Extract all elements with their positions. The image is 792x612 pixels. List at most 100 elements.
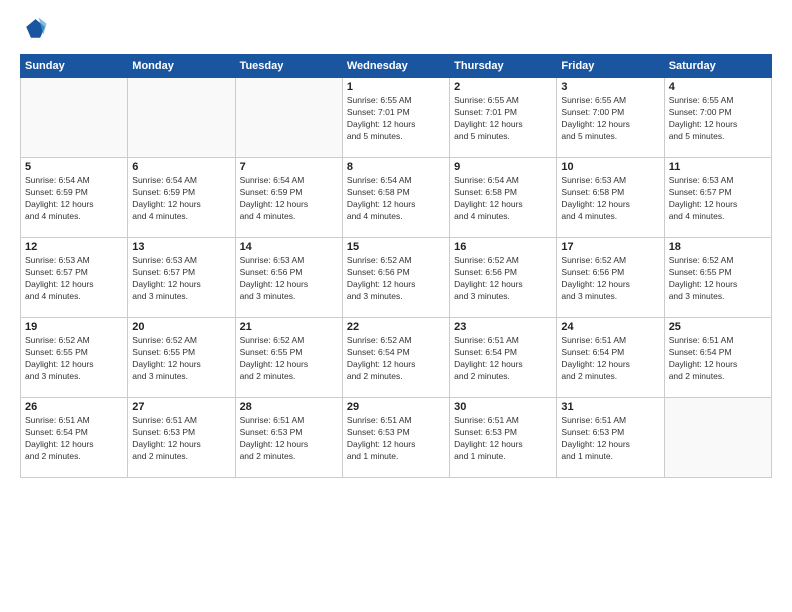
day-number: 10 [561, 161, 659, 173]
calendar-cell: 8 Sunrise: 6:54 AM Sunset: 6:58 PM Daylig… [342, 158, 449, 238]
weekday-header-saturday: Saturday [664, 55, 771, 78]
calendar-header: SundayMondayTuesdayWednesdayThursdayFrid… [21, 55, 772, 78]
calendar-cell: 28 Sunrise: 6:51 AM Sunset: 6:53 PM Dayli… [235, 398, 342, 478]
day-info: Sunrise: 6:55 AM Sunset: 7:00 PM Dayligh… [561, 95, 659, 143]
calendar-cell: 3 Sunrise: 6:55 AM Sunset: 7:00 PM Daylig… [557, 78, 664, 158]
day-number: 28 [240, 401, 338, 413]
calendar-cell: 20 Sunrise: 6:52 AM Sunset: 6:55 PM Dayli… [128, 318, 235, 398]
day-number: 27 [132, 401, 230, 413]
week-row-1: 1 Sunrise: 6:55 AM Sunset: 7:01 PM Daylig… [21, 78, 772, 158]
day-number: 23 [454, 321, 552, 333]
day-number: 13 [132, 241, 230, 253]
day-info: Sunrise: 6:52 AM Sunset: 6:55 PM Dayligh… [25, 335, 123, 383]
day-number: 21 [240, 321, 338, 333]
calendar-cell: 19Sunrise: 6:52 AM Sunset: 6:55 PM Dayli… [21, 318, 128, 398]
week-row-5: 26 Sunrise: 6:51 AM Sunset: 6:54 PM Dayli… [21, 398, 772, 478]
calendar-cell [235, 78, 342, 158]
week-row-2: 5 Sunrise: 6:54 AM Sunset: 6:59 PM Daylig… [21, 158, 772, 238]
calendar-cell: 9 Sunrise: 6:54 AM Sunset: 6:58 PM Daylig… [450, 158, 557, 238]
header [20, 16, 772, 44]
day-info: Sunrise: 6:52 AM Sunset: 6:54 PM Dayligh… [347, 335, 445, 383]
day-number: 16 [454, 241, 552, 253]
week-row-4: 19Sunrise: 6:52 AM Sunset: 6:55 PM Dayli… [21, 318, 772, 398]
weekday-header-monday: Monday [128, 55, 235, 78]
day-number: 6 [132, 161, 230, 173]
calendar-cell [664, 398, 771, 478]
calendar-cell: 18 Sunrise: 6:52 AM Sunset: 6:55 PM Dayli… [664, 238, 771, 318]
calendar-cell: 12 Sunrise: 6:53 AM Sunset: 6:57 PM Dayli… [21, 238, 128, 318]
day-number: 22 [347, 321, 445, 333]
calendar-cell: 21 Sunrise: 6:52 AM Sunset: 6:55 PM Dayli… [235, 318, 342, 398]
calendar-cell: 14 Sunrise: 6:53 AM Sunset: 6:56 PM Dayli… [235, 238, 342, 318]
day-number: 5 [25, 161, 123, 173]
day-info: Sunrise: 6:53 AM Sunset: 6:57 PM Dayligh… [25, 255, 123, 303]
day-info: Sunrise: 6:52 AM Sunset: 6:56 PM Dayligh… [347, 255, 445, 303]
calendar-cell: 24Sunrise: 6:51 AM Sunset: 6:54 PM Dayli… [557, 318, 664, 398]
day-number: 9 [454, 161, 552, 173]
day-info: Sunrise: 6:55 AM Sunset: 7:01 PM Dayligh… [454, 95, 552, 143]
day-info: Sunrise: 6:53 AM Sunset: 6:57 PM Dayligh… [669, 175, 767, 223]
day-info: Sunrise: 6:51 AM Sunset: 6:54 PM Dayligh… [25, 415, 123, 463]
calendar-cell: 16 Sunrise: 6:52 AM Sunset: 6:56 PM Dayli… [450, 238, 557, 318]
calendar-cell: 6 Sunrise: 6:54 AM Sunset: 6:59 PM Daylig… [128, 158, 235, 238]
calendar-cell: 4Sunrise: 6:55 AM Sunset: 7:00 PM Daylig… [664, 78, 771, 158]
calendar-cell: 13 Sunrise: 6:53 AM Sunset: 6:57 PM Dayli… [128, 238, 235, 318]
calendar-cell: 25Sunrise: 6:51 AM Sunset: 6:54 PM Dayli… [664, 318, 771, 398]
day-info: Sunrise: 6:55 AM Sunset: 7:01 PM Dayligh… [347, 95, 445, 143]
day-info: Sunrise: 6:52 AM Sunset: 6:55 PM Dayligh… [669, 255, 767, 303]
day-info: Sunrise: 6:54 AM Sunset: 6:59 PM Dayligh… [132, 175, 230, 223]
weekday-header-tuesday: Tuesday [235, 55, 342, 78]
day-number: 8 [347, 161, 445, 173]
day-number: 17 [561, 241, 659, 253]
logo-icon [20, 16, 48, 44]
day-number: 29 [347, 401, 445, 413]
day-info: Sunrise: 6:51 AM Sunset: 6:53 PM Dayligh… [454, 415, 552, 463]
day-info: Sunrise: 6:51 AM Sunset: 6:54 PM Dayligh… [669, 335, 767, 383]
day-number: 12 [25, 241, 123, 253]
day-info: Sunrise: 6:52 AM Sunset: 6:56 PM Dayligh… [561, 255, 659, 303]
calendar: SundayMondayTuesdayWednesdayThursdayFrid… [20, 54, 772, 478]
day-number: 1 [347, 81, 445, 93]
day-info: Sunrise: 6:52 AM Sunset: 6:56 PM Dayligh… [454, 255, 552, 303]
week-row-3: 12 Sunrise: 6:53 AM Sunset: 6:57 PM Dayli… [21, 238, 772, 318]
day-info: Sunrise: 6:52 AM Sunset: 6:55 PM Dayligh… [132, 335, 230, 383]
calendar-cell: 7 Sunrise: 6:54 AM Sunset: 6:59 PM Daylig… [235, 158, 342, 238]
calendar-cell: 11Sunrise: 6:53 AM Sunset: 6:57 PM Dayli… [664, 158, 771, 238]
weekday-header-sunday: Sunday [21, 55, 128, 78]
day-info: Sunrise: 6:52 AM Sunset: 6:55 PM Dayligh… [240, 335, 338, 383]
day-number: 2 [454, 81, 552, 93]
day-info: Sunrise: 6:53 AM Sunset: 6:58 PM Dayligh… [561, 175, 659, 223]
day-number: 18 [669, 241, 767, 253]
day-info: Sunrise: 6:54 AM Sunset: 6:59 PM Dayligh… [25, 175, 123, 223]
day-number: 20 [132, 321, 230, 333]
weekday-header-wednesday: Wednesday [342, 55, 449, 78]
day-info: Sunrise: 6:51 AM Sunset: 6:53 PM Dayligh… [561, 415, 659, 463]
day-number: 26 [25, 401, 123, 413]
day-info: Sunrise: 6:54 AM Sunset: 6:58 PM Dayligh… [454, 175, 552, 223]
day-info: Sunrise: 6:51 AM Sunset: 6:53 PM Dayligh… [132, 415, 230, 463]
day-number: 15 [347, 241, 445, 253]
calendar-cell: 15 Sunrise: 6:52 AM Sunset: 6:56 PM Dayli… [342, 238, 449, 318]
day-info: Sunrise: 6:53 AM Sunset: 6:56 PM Dayligh… [240, 255, 338, 303]
calendar-cell: 2 Sunrise: 6:55 AM Sunset: 7:01 PM Daylig… [450, 78, 557, 158]
day-info: Sunrise: 6:51 AM Sunset: 6:54 PM Dayligh… [561, 335, 659, 383]
day-number: 14 [240, 241, 338, 253]
calendar-cell: 1 Sunrise: 6:55 AM Sunset: 7:01 PM Daylig… [342, 78, 449, 158]
day-info: Sunrise: 6:53 AM Sunset: 6:57 PM Dayligh… [132, 255, 230, 303]
day-number: 7 [240, 161, 338, 173]
day-info: Sunrise: 6:51 AM Sunset: 6:53 PM Dayligh… [240, 415, 338, 463]
day-number: 3 [561, 81, 659, 93]
weekday-header-friday: Friday [557, 55, 664, 78]
calendar-cell: 27 Sunrise: 6:51 AM Sunset: 6:53 PM Dayli… [128, 398, 235, 478]
day-number: 31 [561, 401, 659, 413]
day-number: 4 [669, 81, 767, 93]
calendar-cell: 26 Sunrise: 6:51 AM Sunset: 6:54 PM Dayli… [21, 398, 128, 478]
calendar-cell: 17 Sunrise: 6:52 AM Sunset: 6:56 PM Dayli… [557, 238, 664, 318]
calendar-cell: 29Sunrise: 6:51 AM Sunset: 6:53 PM Dayli… [342, 398, 449, 478]
calendar-cell: 22 Sunrise: 6:52 AM Sunset: 6:54 PM Dayli… [342, 318, 449, 398]
page: SundayMondayTuesdayWednesdayThursdayFrid… [0, 0, 792, 612]
calendar-cell: 5 Sunrise: 6:54 AM Sunset: 6:59 PM Daylig… [21, 158, 128, 238]
day-info: Sunrise: 6:54 AM Sunset: 6:59 PM Dayligh… [240, 175, 338, 223]
weekday-header-thursday: Thursday [450, 55, 557, 78]
day-info: Sunrise: 6:54 AM Sunset: 6:58 PM Dayligh… [347, 175, 445, 223]
